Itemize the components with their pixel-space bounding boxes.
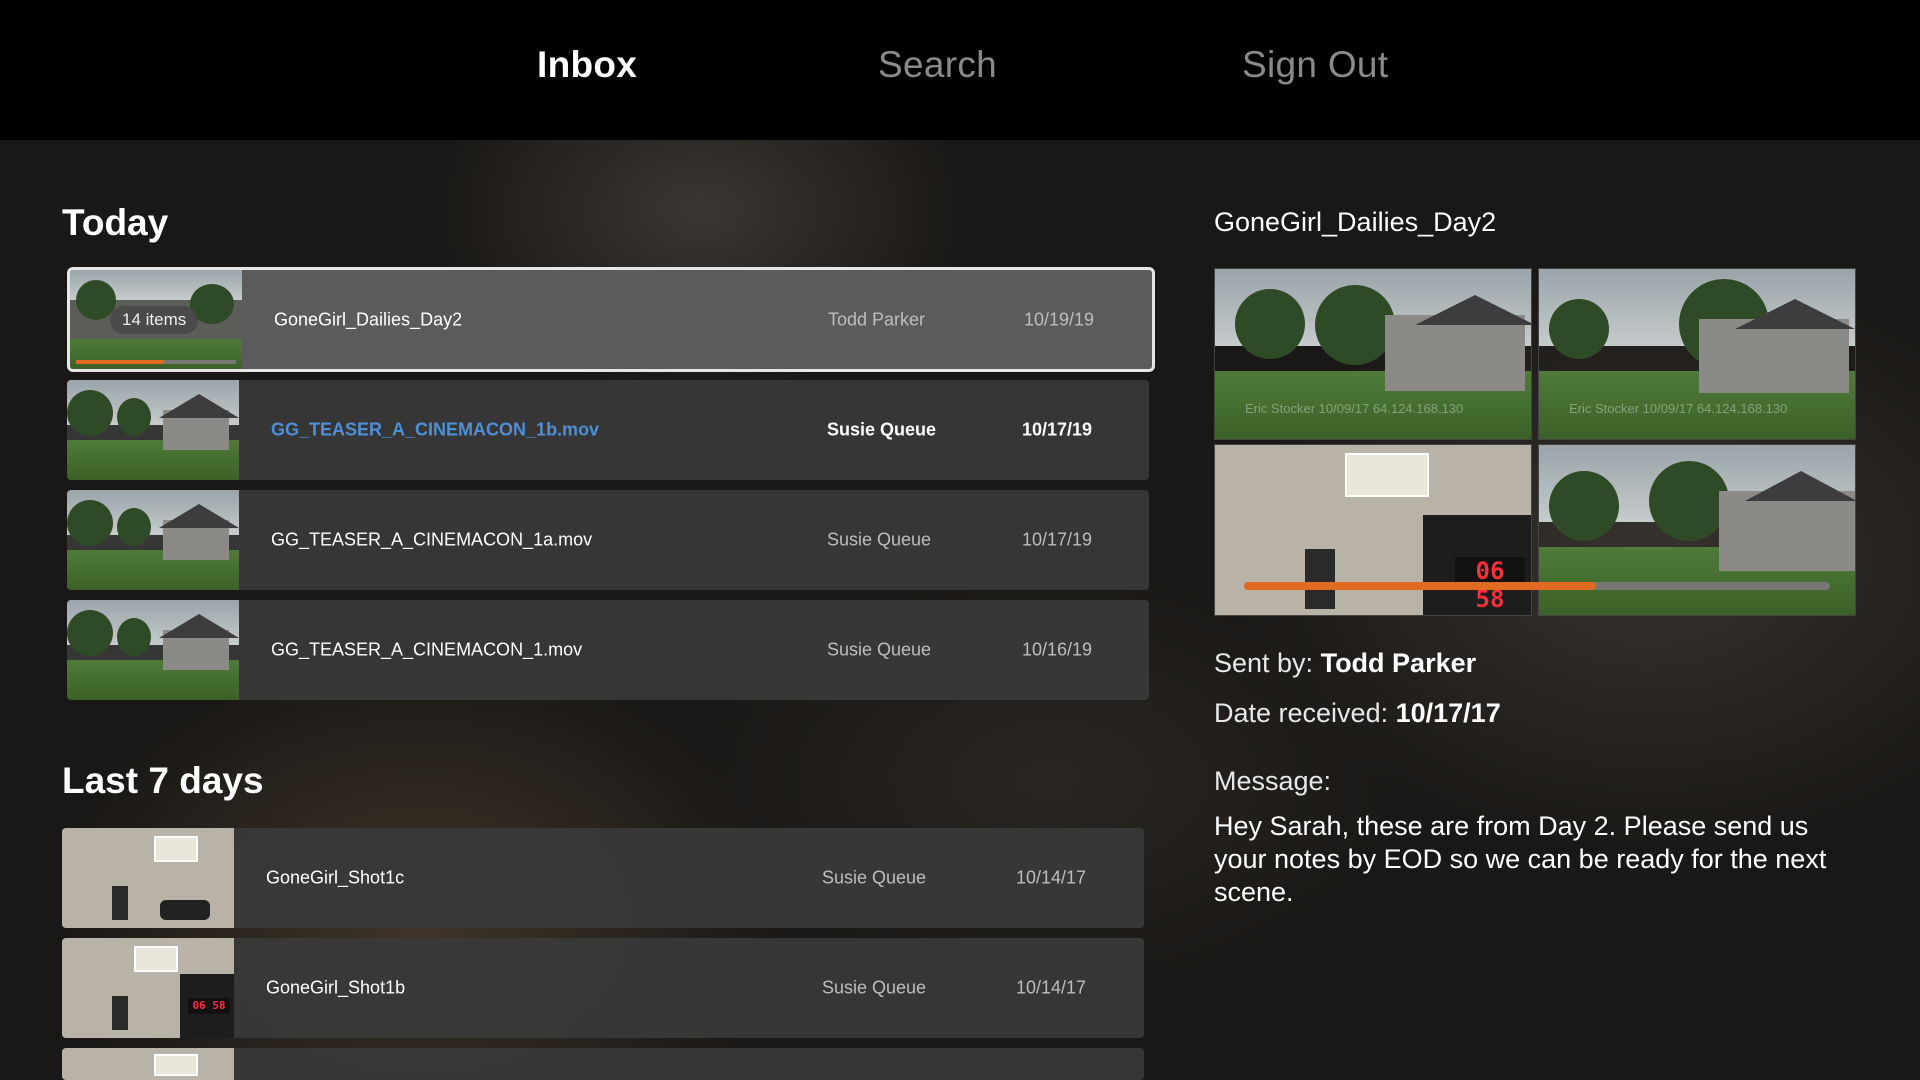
inbox-row[interactable]: GG_TEASER_A_CINEMACON_1.mov Susie Queue … [67, 600, 1149, 700]
inbox-row-selected[interactable]: 14 items GoneGirl_Dailies_Day2 Todd Park… [67, 267, 1155, 372]
thumbnail [62, 1048, 234, 1080]
section-title-today: Today [62, 202, 169, 243]
row-title: GoneGirl_Shot1b [266, 977, 406, 998]
inbox-row[interactable]: GoneGirl_Shot1c Susie Queue 10/14/17 [62, 828, 1144, 928]
thumbnail [67, 490, 239, 590]
thumbnail: 14 items [70, 270, 242, 369]
thumbnail-grid[interactable]: Eric Stocker 10/09/17 64.124.168.130 Eri… [1214, 268, 1856, 616]
row-title: GG_TEASER_A_CINEMACON_1a.mov [271, 529, 593, 550]
row-date: 10/16/19 [1022, 639, 1093, 660]
top-nav-bar: Inbox Search Sign Out [0, 0, 1920, 140]
nav-inbox[interactable]: Inbox [537, 44, 637, 86]
row-title: GG_TEASER_A_CINEMACON_1.mov [271, 639, 583, 660]
row-sender: Susie Queue [827, 419, 937, 440]
grid-tile[interactable] [1538, 444, 1856, 616]
nav-search[interactable]: Search [878, 44, 997, 86]
row-sender: Susie Queue [822, 867, 927, 888]
detail-title: GoneGirl_Dailies_Day2 [1214, 207, 1497, 237]
row-sender: Susie Queue [827, 639, 932, 660]
row-date: 10/17/19 [1022, 529, 1093, 550]
inbox-row[interactable]: GG_TEASER_A_CINEMACON_1a.mov Susie Queue… [67, 490, 1149, 590]
row-date: 10/19/19 [1024, 309, 1095, 329]
row-sender: Susie Queue [827, 529, 932, 550]
message-body: Hey Sarah, these are from Day 2. Please … [1214, 811, 1827, 907]
row-title: GoneGirl_Shot1c [266, 867, 405, 888]
row-title: GoneGirl_Dailies_Day2 [274, 309, 463, 329]
grid-tile[interactable]: Eric Stocker 10/09/17 64.124.168.130 [1214, 268, 1532, 440]
date-received: Date received: 10/17/17 [1214, 698, 1501, 728]
thumbnail [67, 600, 239, 700]
inbox-row[interactable]: 06 58 GoneGirl_Shot1b Susie Queue 10/14/… [62, 938, 1144, 1038]
row-date: 10/14/17 [1016, 867, 1087, 888]
thumbnail: 06 58 [62, 938, 234, 1038]
progress-bar [76, 360, 236, 364]
sent-by: Sent by: Todd Parker [1214, 648, 1477, 678]
row-title: GG_TEASER_A_CINEMACON_1b.mov [271, 419, 600, 440]
sender-name: Todd Parker [1320, 648, 1477, 678]
thumbnail [62, 828, 234, 928]
inbox-row[interactable]: GG_TEASER_A_CINEMACON_1b.mov Susie Queue… [67, 380, 1149, 480]
message-label: Message: [1214, 766, 1332, 796]
thumbnail [67, 380, 239, 480]
slate-timecode: 06 58 [188, 998, 230, 1014]
received-date: 10/17/17 [1395, 698, 1501, 728]
grid-tile[interactable]: Eric Stocker 10/09/17 64.124.168.130 [1538, 268, 1856, 440]
row-date: 10/14/17 [1016, 977, 1087, 998]
item-count-badge: 14 items [110, 306, 199, 334]
row-sender: Susie Queue [822, 977, 927, 998]
slate-timecode: 06 58 [1455, 557, 1525, 613]
inbox-row-partial[interactable] [62, 1048, 1144, 1080]
grid-tile[interactable]: 06 58 [1214, 444, 1532, 616]
video-progress-bar[interactable] [1244, 582, 1830, 590]
section-title-last-7-days: Last 7 days [62, 760, 264, 801]
row-sender: Todd Parker [828, 309, 926, 329]
row-date: 10/17/19 [1022, 419, 1093, 440]
watermark: Eric Stocker 10/09/17 64.124.168.130 [1245, 401, 1464, 416]
nav-sign-out[interactable]: Sign Out [1242, 44, 1388, 86]
watermark: Eric Stocker 10/09/17 64.124.168.130 [1569, 401, 1788, 416]
